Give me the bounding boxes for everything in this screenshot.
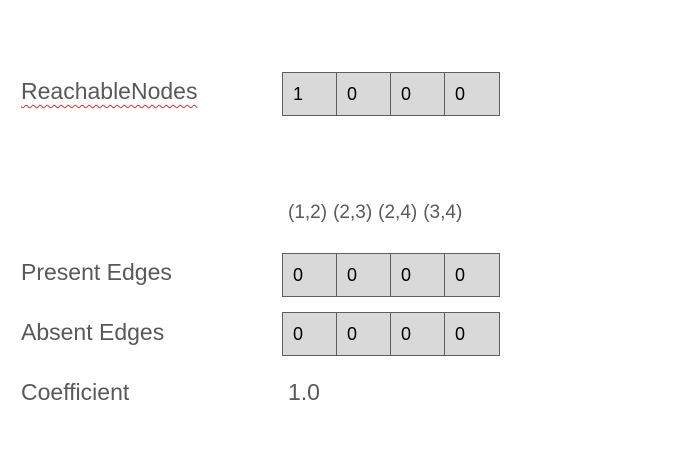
present-edge-cell-4: 0	[455, 264, 466, 285]
edge-label-3: (2,4)	[378, 202, 418, 223]
present-edges-label: Present Edges	[21, 259, 172, 285]
reachable-nodes-array: 1 0 0 0	[282, 72, 500, 116]
present-edge-cell-3: 0	[391, 254, 445, 296]
absent-edge-cell-4: 0	[455, 323, 466, 344]
reachable-node-cell-4: 0	[455, 83, 466, 104]
absent-edge-cell-3: 0	[391, 313, 445, 355]
edge-label-2: (2,3)	[333, 202, 373, 223]
present-edges-array: 0 0 0 0	[282, 253, 500, 297]
reachable-nodes-label: ReachableNodes	[21, 78, 198, 104]
reachable-node-cell-2: 0	[337, 73, 391, 115]
reachable-node-cell-3: 0	[391, 73, 445, 115]
present-edge-cell-2: 0	[337, 254, 391, 296]
edge-index-header: (1,2) (2,3) (2,4) (3,4)	[288, 203, 462, 222]
edge-label-1: (1,2)	[288, 202, 328, 223]
absent-edges-label: Absent Edges	[21, 319, 165, 345]
edge-label-4: (3,4)	[423, 202, 463, 223]
absent-edge-cell-1: 0	[283, 313, 337, 355]
absent-edges-array: 0 0 0 0	[282, 312, 500, 356]
present-edge-cell-1: 0	[283, 254, 337, 296]
reachable-node-cell-1: 1	[283, 73, 337, 115]
coefficient-label: Coefficient	[21, 379, 130, 405]
absent-edge-cell-2: 0	[337, 313, 391, 355]
coefficient-value: 1.0	[288, 379, 320, 405]
